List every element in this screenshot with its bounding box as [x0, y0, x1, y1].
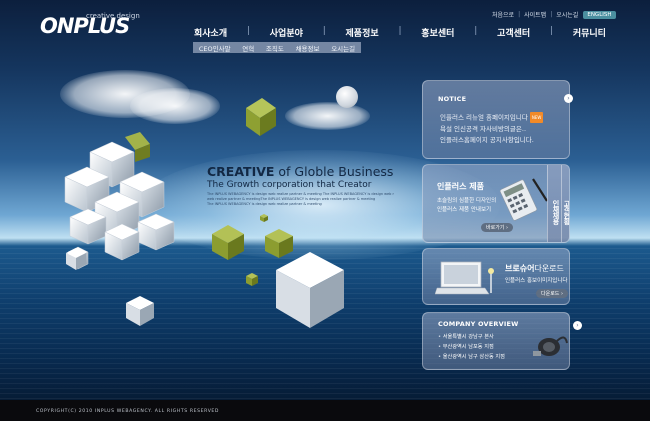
logo[interactable]: ONPLUS creative design: [40, 12, 140, 38]
notice-list: 인플러스 리뉴얼 홈페이지입니다 NEW 욕설 인신공격 자사비방의글은.. 인플…: [440, 112, 544, 146]
util-link-sitemap[interactable]: 사이트맵: [524, 10, 546, 19]
nav-separator: |: [246, 26, 250, 36]
util-link-home[interactable]: 처음으로: [492, 10, 514, 19]
product-main: 인플러스 제품 초슬림의 심플한 디자인의 인플러스 제품 안내보기 바로가기 …: [423, 165, 548, 242]
nav-item-business[interactable]: 사업분야: [270, 26, 303, 39]
company-item[interactable]: 부산광역시 남포동 지점: [438, 342, 505, 352]
nav-item-products[interactable]: 제품정보: [346, 26, 379, 39]
brochure-title-thin: 다운로드: [534, 264, 564, 273]
nav-item-support[interactable]: 고객센터: [497, 26, 530, 39]
green-cube: [260, 214, 268, 222]
moon: [336, 86, 358, 108]
white-cube: [276, 252, 344, 328]
product-desc-line: 초슬림의 심플한 디자인의: [437, 198, 497, 204]
nav-separator: |: [322, 26, 326, 36]
nav-separator: |: [549, 26, 554, 36]
notice-panel: NOTICE › 인플러스 리뉴얼 홈페이지입니다 NEW 욕설 인신공격 자사비…: [422, 80, 573, 159]
logo-tagline: creative design: [86, 12, 140, 20]
util-separator: |: [518, 11, 521, 18]
more-arrow-icon[interactable]: ›: [564, 94, 573, 103]
sub-nav: CEO인사말 연혁 조직도 채용정보 오시는길: [193, 42, 361, 53]
cloud: [130, 88, 220, 124]
fine-print-line: The INPLUS WEBAGENCY is design web reali…: [207, 202, 322, 206]
sub-nav-history[interactable]: 연혁: [240, 43, 256, 53]
download-button[interactable]: 다운로드 ›: [536, 289, 568, 298]
hero-fine-print: The INPLUS WEBAGENCY is design web reali…: [207, 192, 394, 207]
tab-recruit[interactable]: 인재채용: [547, 165, 561, 242]
nav-separator: |: [474, 26, 478, 36]
product-panel: 인플러스 제품 초슬림의 심플한 디자인의 인플러스 제품 안내보기 바로가기 …: [422, 164, 570, 243]
hero-headline: CREATIVE of Globle Business: [207, 164, 394, 179]
notice-item-text: 인플러스 리뉴얼 홈페이지입니다: [440, 113, 528, 122]
util-link-directions[interactable]: 오시는길: [556, 10, 578, 19]
sub-nav-directions[interactable]: 오시는길: [329, 43, 357, 53]
new-badge: NEW: [529, 112, 544, 123]
pen-icon: [532, 178, 548, 202]
nav-separator: |: [398, 26, 402, 36]
company-item[interactable]: 울산광역시 남구 삼산동 지점: [438, 352, 505, 362]
more-arrow-icon[interactable]: ›: [573, 321, 582, 330]
sub-nav-ceo[interactable]: CEO인사말: [197, 43, 233, 53]
notice-item[interactable]: 인플러스홈페이지 공지사항입니다.: [440, 135, 543, 146]
company-list: 서울특별시 강남구 본사 부산광역시 남포동 지점 울산광역시 남구 삼산동 지…: [438, 332, 505, 362]
product-desc-line: 인플러스 제품 안내보기: [437, 207, 492, 213]
hero-slogan: CREATIVE of Globle Business The Growth c…: [207, 164, 394, 207]
brochure-title[interactable]: 브로슈어다운로드: [505, 263, 564, 274]
nav-item-community[interactable]: 커뮤니티: [573, 26, 606, 39]
cable-icon: [533, 336, 568, 356]
copyright-text: COPYRIGHT(C) 2010 INPLUS WEBAGENCY. ALL …: [36, 409, 220, 414]
hero-headline-bold: CREATIVE: [207, 164, 275, 179]
green-cube: [246, 273, 258, 286]
product-title[interactable]: 인플러스 제품: [437, 181, 484, 192]
white-cube: [126, 296, 154, 326]
sub-nav-organization[interactable]: 조직도: [264, 43, 286, 53]
laptop-icon: [435, 261, 494, 295]
english-button[interactable]: ENGLISH: [583, 10, 616, 19]
lamp-icon: [488, 268, 494, 293]
company-title: COMPANY OVERVIEW: [438, 320, 519, 328]
main-nav: 회사소개 | 사업분야 | 제품정보 | 홍보센터 | 고객센터 | 커뮤니티: [194, 26, 606, 39]
brochure-desc: 인플러스 홍보이미지입니다: [505, 278, 568, 284]
hero-subhead: The Growth corporation that Creator: [207, 180, 372, 190]
utility-links: 처음으로 | 사이트맵 | 오시는길 ENGLISH: [492, 10, 616, 19]
green-cube: [246, 98, 276, 136]
white-cube: [66, 248, 86, 270]
notice-title: NOTICE: [438, 95, 467, 103]
sub-nav-recruit[interactable]: 채용정보: [294, 43, 322, 53]
footer: COPYRIGHT(C) 2010 INPLUS WEBAGENCY. ALL …: [0, 400, 650, 421]
nav-item-company[interactable]: 회사소개: [194, 26, 227, 39]
company-item[interactable]: 서울특별시 강남구 본사: [438, 332, 505, 342]
hero-headline-rest: of Globle Business: [274, 164, 394, 179]
brochure-panel: 브로슈어다운로드 인플러스 홍보이미지입니다 다운로드 ›: [422, 248, 570, 305]
green-cube: [212, 225, 244, 260]
calculator-icon: [499, 178, 548, 221]
company-panel: COMPANY OVERVIEW › 서울특별시 강남구 본사 부산광역시 남포…: [422, 312, 582, 370]
product-go-button[interactable]: 바로가기 ›: [481, 223, 513, 232]
nav-item-pr[interactable]: 홍보센터: [421, 26, 454, 39]
product-desc: 초슬림의 심플한 디자인의 인플러스 제품 안내보기: [437, 197, 496, 215]
notice-item[interactable]: 욕설 인신공격 자사비방의글은..: [440, 124, 543, 135]
tab-customers[interactable]: 고객현황: [561, 165, 569, 242]
notice-item[interactable]: 인플러스 리뉴얼 홈페이지입니다 NEW: [440, 112, 544, 124]
util-separator: |: [550, 11, 553, 18]
brochure-title-bold: 브로슈어: [505, 264, 535, 273]
cloud: [285, 102, 370, 130]
